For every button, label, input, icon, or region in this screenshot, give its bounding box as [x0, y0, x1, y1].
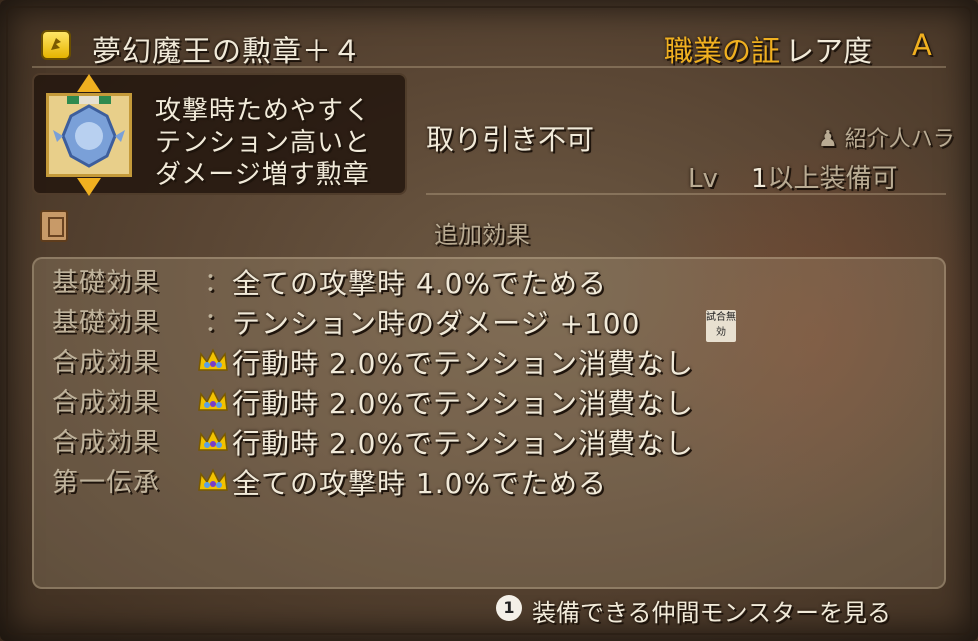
effect-text: 行動時 2.0%でテンション消費なし	[232, 387, 695, 420]
effect-label: 合成効果	[52, 348, 161, 378]
effect-separator: ：	[204, 268, 231, 298]
effect-text: 全ての攻撃時 1.0%でためる	[232, 467, 608, 500]
additional-effects-header: 追加効果	[434, 221, 530, 249]
button-1-icon[interactable]: 1	[496, 595, 522, 621]
level-requirement: Lv 1以上装備可	[688, 158, 898, 195]
item-name: 夢幻魔王の勲章＋４	[92, 34, 363, 68]
level-prefix: Lv	[688, 164, 718, 194]
level-suffix: 以上装備可	[767, 164, 898, 194]
effect-label: 合成効果	[52, 428, 161, 458]
crown-icon	[197, 386, 229, 418]
description-line-3: ダメージ増す勲章	[155, 160, 370, 190]
introducer-name: 紹介人ハラ	[844, 127, 955, 152]
effect-label: 基礎効果	[52, 268, 161, 298]
effect-separator: ：	[204, 308, 231, 338]
person-icon: ♟	[818, 127, 838, 152]
item-category-icon	[41, 30, 71, 60]
trade-status: 取り引き不可	[426, 123, 595, 156]
view-companion-monsters-button[interactable]: 装備できる仲間モンスターを見る	[532, 593, 891, 628]
level-value: 1	[750, 164, 768, 194]
effect-text: 行動時 2.0%でテンション消費なし	[232, 347, 695, 380]
effect-text: 行動時 2.0%でテンション消費なし	[232, 427, 695, 460]
match-invalid-badge: 試合無効	[706, 310, 736, 342]
crown-icon	[197, 426, 229, 458]
prev-item-arrow-icon[interactable]	[77, 74, 101, 92]
title-divider	[32, 66, 946, 68]
medal-icon	[46, 93, 132, 177]
rarity-label: レア度	[785, 34, 873, 68]
book-icon[interactable]	[40, 210, 68, 242]
info-divider	[426, 193, 946, 195]
effect-label: 第一伝承	[52, 468, 161, 498]
effect-text: 全ての攻撃時 4.0%でためる	[232, 267, 608, 300]
rarity-value: A	[912, 28, 932, 62]
item-category: 職業の証	[664, 34, 781, 68]
effect-label: 合成効果	[52, 388, 161, 418]
effect-label: 基礎効果	[52, 308, 161, 338]
effect-text: テンション時のダメージ +100	[232, 307, 641, 340]
introducer-label: ♟ 紹介人ハラ	[818, 121, 955, 153]
next-item-arrow-icon[interactable]	[77, 178, 101, 196]
crown-icon	[197, 466, 229, 498]
crown-icon	[197, 346, 229, 378]
